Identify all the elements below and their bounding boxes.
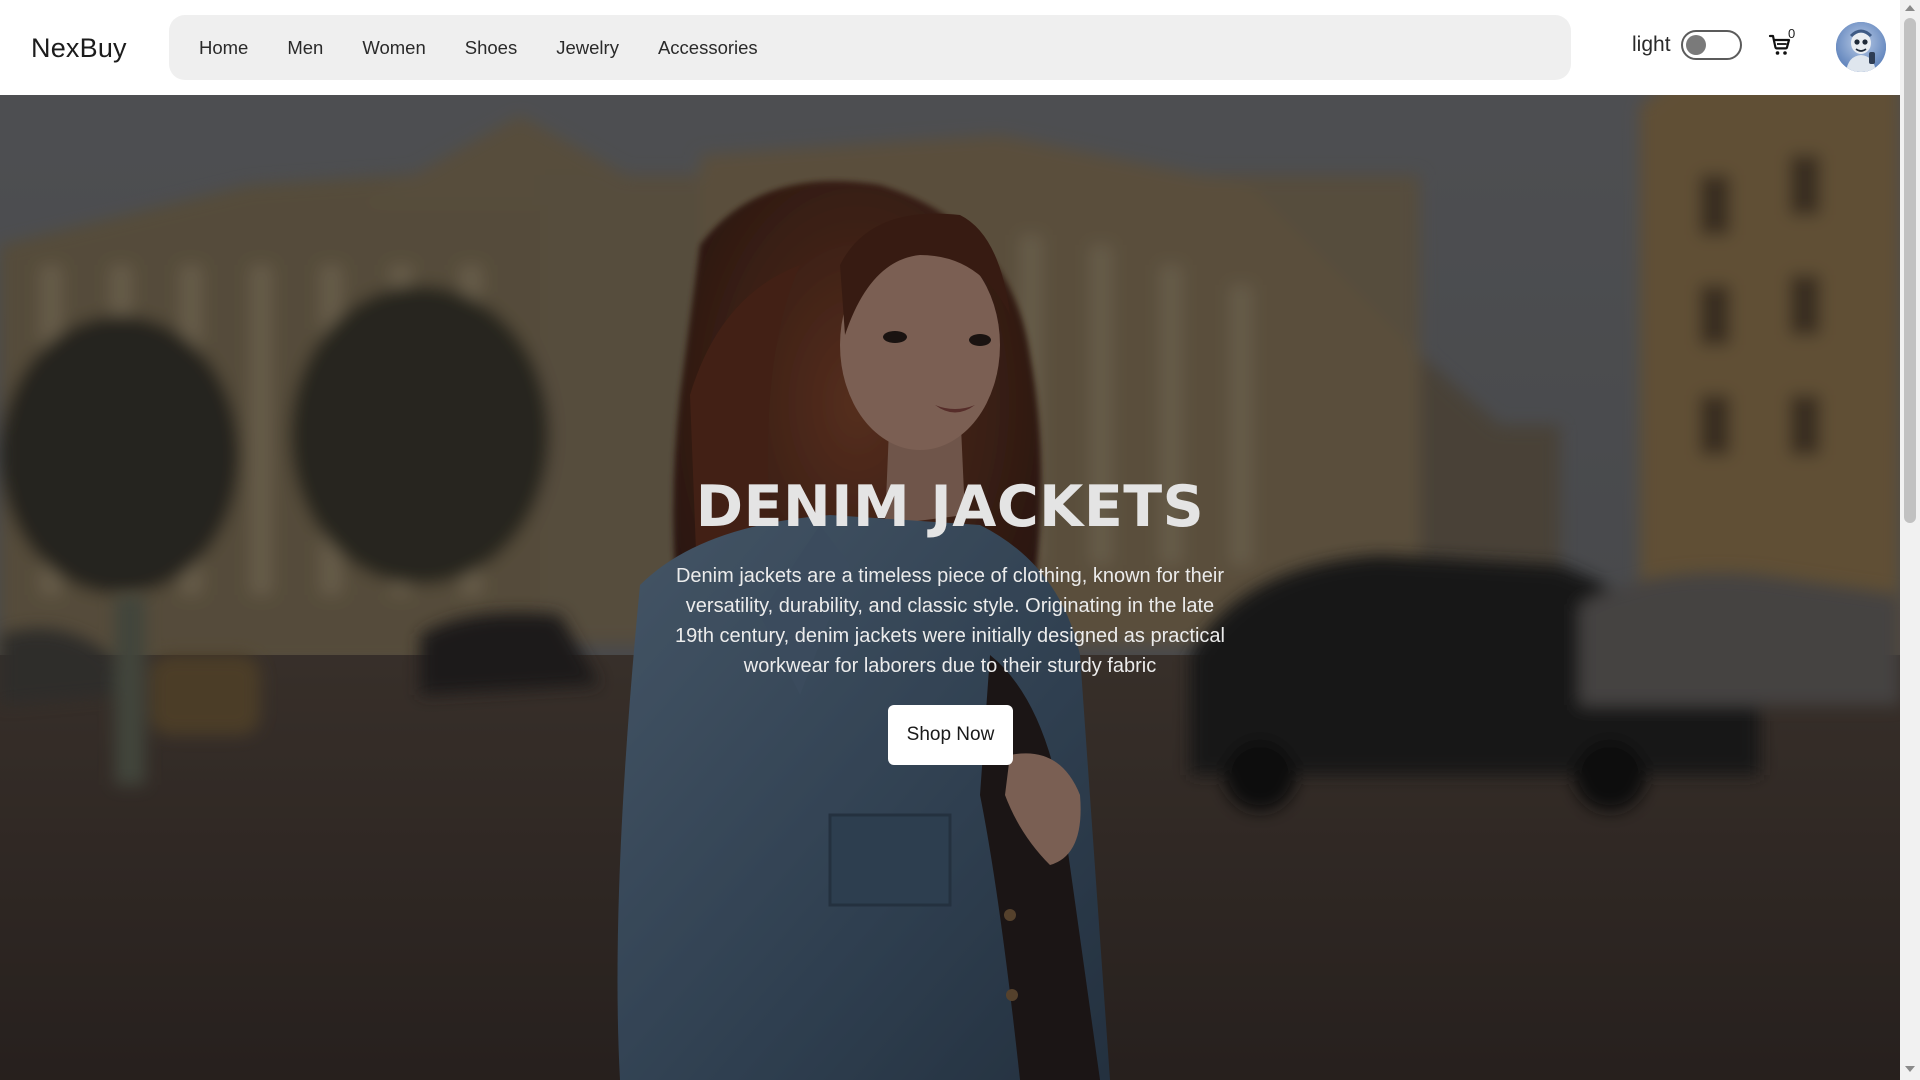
theme-toggle[interactable] [1681,30,1742,60]
hero-title: DENIM JACKETS [695,474,1205,540]
nav-item-women[interactable]: Women [362,37,425,59]
scroll-thumb[interactable] [1904,18,1916,523]
toggle-knob [1686,35,1706,55]
nav-item-accessories[interactable]: Accessories [658,37,758,59]
scroll-down-arrow-icon[interactable] [1905,1066,1915,1072]
cart-count-badge: 0 [1788,26,1796,41]
page: NexBuy Home Men Women Shoes Jewelry Acce… [0,0,1920,1080]
site-header: NexBuy Home Men Women Shoes Jewelry Acce… [0,0,1900,95]
user-avatar[interactable] [1836,22,1886,72]
page-scrollbar[interactable] [1900,0,1920,1080]
nav-item-home[interactable]: Home [199,37,248,59]
hero-description: Denim jackets are a timeless piece of cl… [675,565,1225,677]
main-nav: Home Men Women Shoes Jewelry Accessories [169,15,1571,80]
scroll-up-arrow-icon[interactable] [1905,5,1915,11]
site-logo[interactable]: NexBuy [31,33,127,64]
theme-label: light [1632,33,1671,56]
hero-banner: DENIM JACKETS Denim jackets are a timele… [0,95,1900,1080]
avatar-image-icon [1836,22,1886,72]
nav-item-jewelry[interactable]: Jewelry [556,37,619,59]
shop-now-button[interactable]: Shop Now [888,705,1013,765]
nav-item-shoes[interactable]: Shoes [465,37,517,59]
nav-item-men[interactable]: Men [287,37,323,59]
